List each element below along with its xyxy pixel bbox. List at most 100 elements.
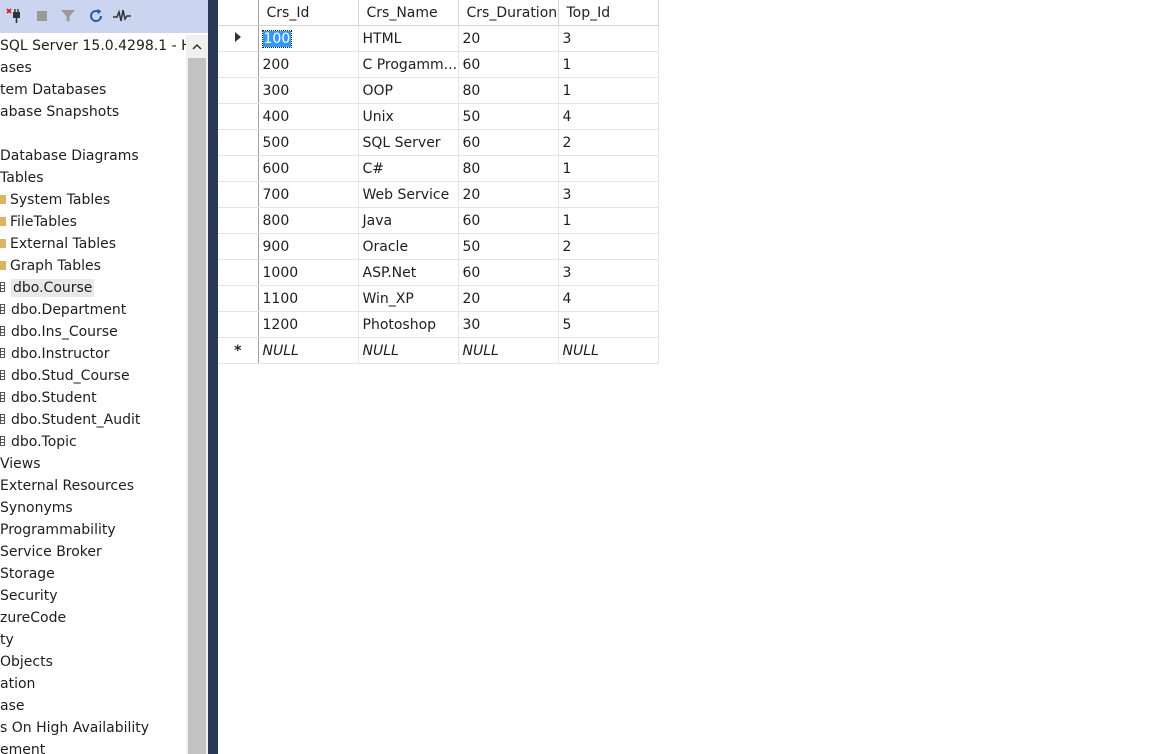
grid-cell[interactable]: ASP.Net	[358, 259, 459, 286]
tree-node[interactable]: dbo.Instructor	[0, 343, 109, 365]
scroll-up-arrow-icon[interactable]	[186, 35, 208, 57]
grid-cell[interactable]: 3	[558, 181, 659, 208]
row-header[interactable]	[218, 207, 259, 234]
row-header[interactable]	[218, 155, 259, 182]
row-header[interactable]	[218, 103, 259, 130]
grid-cell[interactable]: 30	[458, 311, 559, 338]
tree-node[interactable]: FileTables	[0, 211, 77, 233]
grid-cell[interactable]: OOP	[358, 77, 459, 104]
tree-node[interactable]: dbo.Topic	[0, 431, 77, 453]
grid-cell[interactable]: 50	[458, 103, 559, 130]
null-cell[interactable]: NULL	[358, 337, 459, 364]
grid-cell[interactable]: 50	[458, 233, 559, 260]
null-cell[interactable]: NULL	[258, 337, 359, 364]
grid-cell[interactable]: 300	[258, 77, 359, 104]
refresh-icon[interactable]	[86, 6, 106, 26]
pane-splitter[interactable]	[208, 0, 218, 754]
disconnect-icon[interactable]	[4, 6, 24, 26]
grid-cell[interactable]: Web Service	[358, 181, 459, 208]
tree-node[interactable]: System Tables	[0, 189, 110, 211]
null-cell[interactable]: NULL	[558, 337, 659, 364]
grid-cell[interactable]: 600	[258, 155, 359, 182]
grid-cell[interactable]: 20	[458, 25, 559, 52]
grid-cell[interactable]: 3	[558, 259, 659, 286]
grid-cell[interactable]: 100	[258, 25, 359, 52]
row-header[interactable]	[218, 311, 259, 338]
column-header[interactable]: Top_Id	[558, 0, 659, 26]
column-header[interactable]: Crs_Name	[358, 0, 459, 26]
grid-cell[interactable]: C Progamm...	[358, 51, 459, 78]
column-header[interactable]: Crs_Duration	[458, 0, 559, 26]
null-cell[interactable]: NULL	[458, 337, 559, 364]
grid-cell[interactable]: Java	[358, 207, 459, 234]
grid-cell[interactable]: 80	[458, 155, 559, 182]
grid-cell[interactable]: 700	[258, 181, 359, 208]
tree-node[interactable]: Storage	[0, 563, 55, 585]
grid-cell[interactable]: 60	[458, 259, 559, 286]
grid-cell[interactable]: 1	[558, 51, 659, 78]
grid-cell[interactable]: SQL Server	[358, 129, 459, 156]
grid-cell[interactable]: 900	[258, 233, 359, 260]
tree-node[interactable]: ase	[0, 695, 25, 717]
grid-cell[interactable]: 20	[458, 285, 559, 312]
tree-node[interactable]: External Tables	[0, 233, 116, 255]
grid-cell[interactable]: 1000	[258, 259, 359, 286]
grid-cell[interactable]: 2	[558, 129, 659, 156]
grid-cell[interactable]: 1	[558, 155, 659, 182]
grid-cell[interactable]: Photoshop	[358, 311, 459, 338]
tree-node[interactable]: dbo.Department	[0, 299, 126, 321]
grid-cell[interactable]: Win_XP	[358, 285, 459, 312]
row-header[interactable]	[218, 77, 259, 104]
tree-node[interactable]: External Resources	[0, 475, 134, 497]
scrollbar-thumb[interactable]	[188, 58, 206, 754]
row-header[interactable]	[218, 51, 259, 78]
tree-node[interactable]: s On High Availability	[0, 717, 149, 739]
filter-icon[interactable]	[58, 6, 78, 26]
grid-cell[interactable]: 500	[258, 129, 359, 156]
tree-node[interactable]: Security	[0, 585, 58, 607]
row-header[interactable]	[218, 233, 259, 260]
grid-cell[interactable]: 800	[258, 207, 359, 234]
activity-monitor-icon[interactable]	[112, 6, 132, 26]
tree-node[interactable]: dbo.Student_Audit	[0, 409, 140, 431]
tree-node[interactable]: ases	[0, 57, 32, 79]
grid-cell[interactable]: Oracle	[358, 233, 459, 260]
grid-cell[interactable]: 60	[458, 51, 559, 78]
new-row-marker[interactable]: *	[218, 337, 259, 364]
grid-cell[interactable]: 200	[258, 51, 359, 78]
tree-node[interactable]: ement	[0, 739, 45, 754]
grid-cell[interactable]: C#	[358, 155, 459, 182]
tree-node[interactable]: Synonyms	[0, 497, 73, 519]
tree-node[interactable]: ation	[0, 673, 35, 695]
grid-cell[interactable]: 3	[558, 25, 659, 52]
column-header[interactable]: Crs_Id	[258, 0, 359, 26]
grid-cell[interactable]: 60	[458, 129, 559, 156]
tree-node[interactable]: Tables	[0, 167, 44, 189]
tree-node[interactable]: Service Broker	[0, 541, 102, 563]
grid-cell[interactable]: 1200	[258, 311, 359, 338]
tree-node[interactable]: Graph Tables	[0, 255, 101, 277]
tree-node[interactable]: ty	[0, 629, 14, 651]
grid-cell[interactable]: 1	[558, 77, 659, 104]
row-header[interactable]	[218, 285, 259, 312]
stop-icon[interactable]	[32, 6, 52, 26]
grid-cell[interactable]: 80	[458, 77, 559, 104]
grid-cell[interactable]: 1	[558, 207, 659, 234]
grid-cell[interactable]: Unix	[358, 103, 459, 130]
tree-node[interactable]: Views	[0, 453, 41, 475]
tree-node[interactable]: Database Diagrams	[0, 145, 139, 167]
grid-cell[interactable]: 4	[558, 285, 659, 312]
row-header[interactable]	[218, 181, 259, 208]
row-header[interactable]	[218, 129, 259, 156]
grid-cell[interactable]: 400	[258, 103, 359, 130]
row-header[interactable]	[218, 259, 259, 286]
tree-node[interactable]: dbo.Course	[0, 277, 95, 299]
grid-cell[interactable]: 1100	[258, 285, 359, 312]
tree-node[interactable]: zureCode	[0, 607, 66, 629]
tree-node[interactable]: tem Databases	[0, 79, 106, 101]
tree-node[interactable]: Programmability	[0, 519, 116, 541]
row-header[interactable]	[218, 25, 259, 52]
tree-node[interactable]: dbo.Student	[0, 387, 97, 409]
tree-node[interactable]: abase Snapshots	[0, 101, 119, 123]
tree-node[interactable]: SQL Server 15.0.4298.1 - Hos	[0, 35, 186, 57]
